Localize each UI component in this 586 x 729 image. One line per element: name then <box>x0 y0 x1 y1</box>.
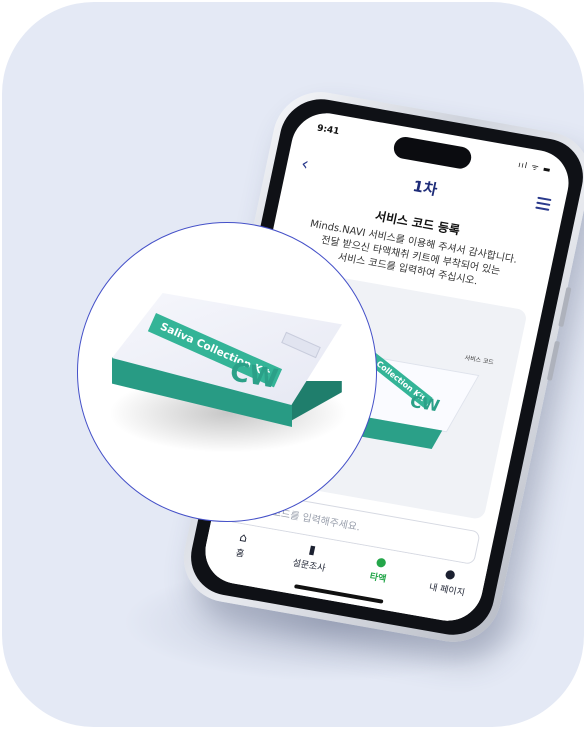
nav-label: 홈 <box>234 548 245 560</box>
nav-label: 설문조사 <box>291 558 327 575</box>
background-card: 9:41 ııl ᯤ ▬ ‹ 1차 서비스 코드 등록 Minds.NAVI 서… <box>2 2 584 727</box>
nav-item-home[interactable]: ⌂ 홈 <box>209 525 274 564</box>
nav-item-saliva[interactable]: ● 타액 <box>347 550 412 589</box>
side-button <box>546 340 561 381</box>
kit-zoom-circle: Saliva Collection Kit CW <box>77 222 377 522</box>
hamburger-menu-icon[interactable] <box>535 196 552 211</box>
person-icon: ● <box>443 566 457 582</box>
nav-label: 타액 <box>368 572 388 585</box>
side-button <box>558 287 572 328</box>
service-code-tag: 서비스 코드 <box>463 354 495 367</box>
home-icon: ⌂ <box>238 530 249 546</box>
clipboard-icon: ▮ <box>307 542 318 558</box>
nav-item-survey[interactable]: ▮ 설문조사 <box>278 538 343 577</box>
nav-label: 내 페이지 <box>428 582 466 599</box>
status-icons: ııl ᯤ ▬ <box>517 159 553 175</box>
status-time: 9:41 <box>316 123 341 138</box>
nav-item-my-page[interactable]: ● 내 페이지 <box>416 562 481 601</box>
droplet-icon: ● <box>374 554 388 570</box>
dynamic-island <box>391 135 474 171</box>
